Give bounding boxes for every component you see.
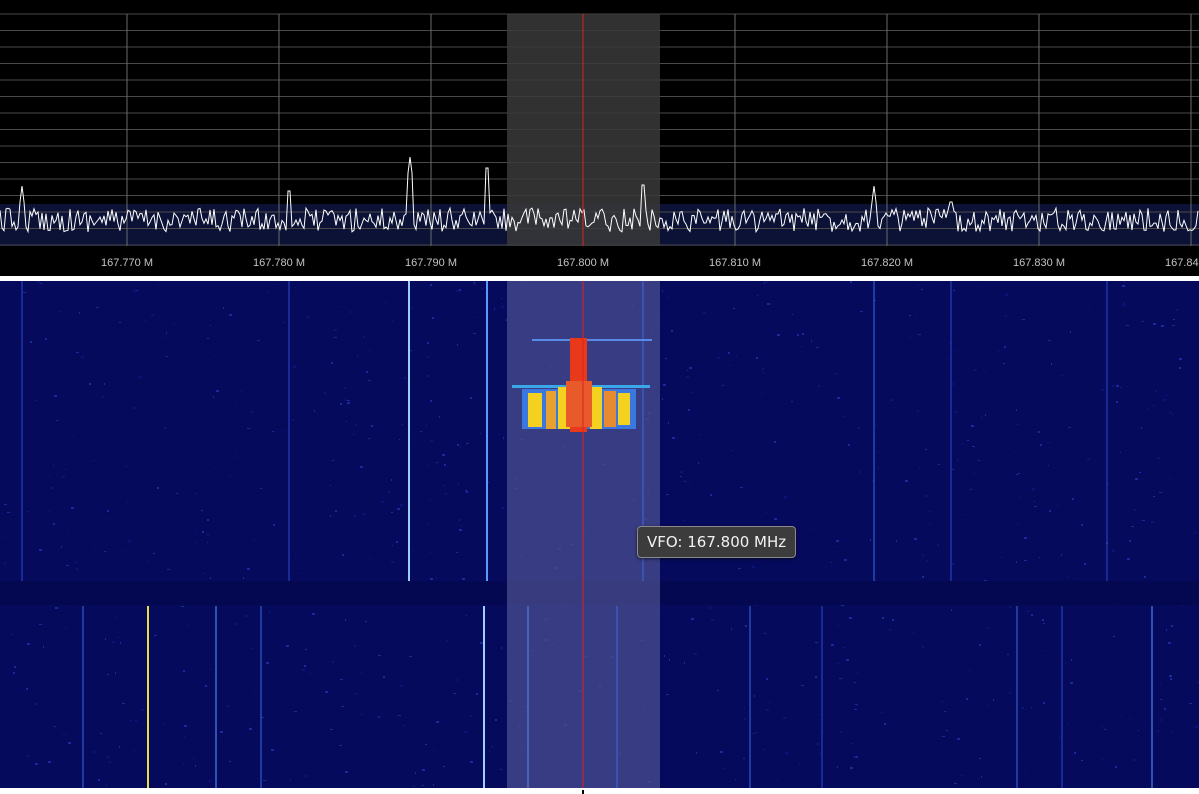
freq-label-167790: 167.790 M xyxy=(405,257,457,269)
vfo-tooltip: VFO: 167.800 MHz xyxy=(637,526,797,558)
freq-label-167780: 167.780 M xyxy=(253,257,305,269)
spectrum-canvas[interactable]: 167.770 M 167.780 M 167.790 M 167.800 M … xyxy=(0,0,1199,278)
freq-label-167770: 167.770 M xyxy=(101,257,153,269)
freq-label-167800: 167.800 M xyxy=(557,257,609,269)
bottom-vfo-tick xyxy=(582,790,584,794)
spectrum-plot[interactable]: 167.770 M 167.780 M 167.790 M 167.800 M … xyxy=(0,0,1199,278)
waterfall-display[interactable] xyxy=(0,281,1199,788)
freq-label-167820: 167.820 M xyxy=(861,257,913,269)
bottom-scrollbar[interactable] xyxy=(0,788,1199,794)
waterfall-canvas[interactable] xyxy=(0,281,1199,788)
freq-label-167840: 167.84 xyxy=(1165,257,1199,269)
freq-label-167810: 167.810 M xyxy=(709,257,761,269)
freq-label-167830: 167.830 M xyxy=(1013,257,1065,269)
